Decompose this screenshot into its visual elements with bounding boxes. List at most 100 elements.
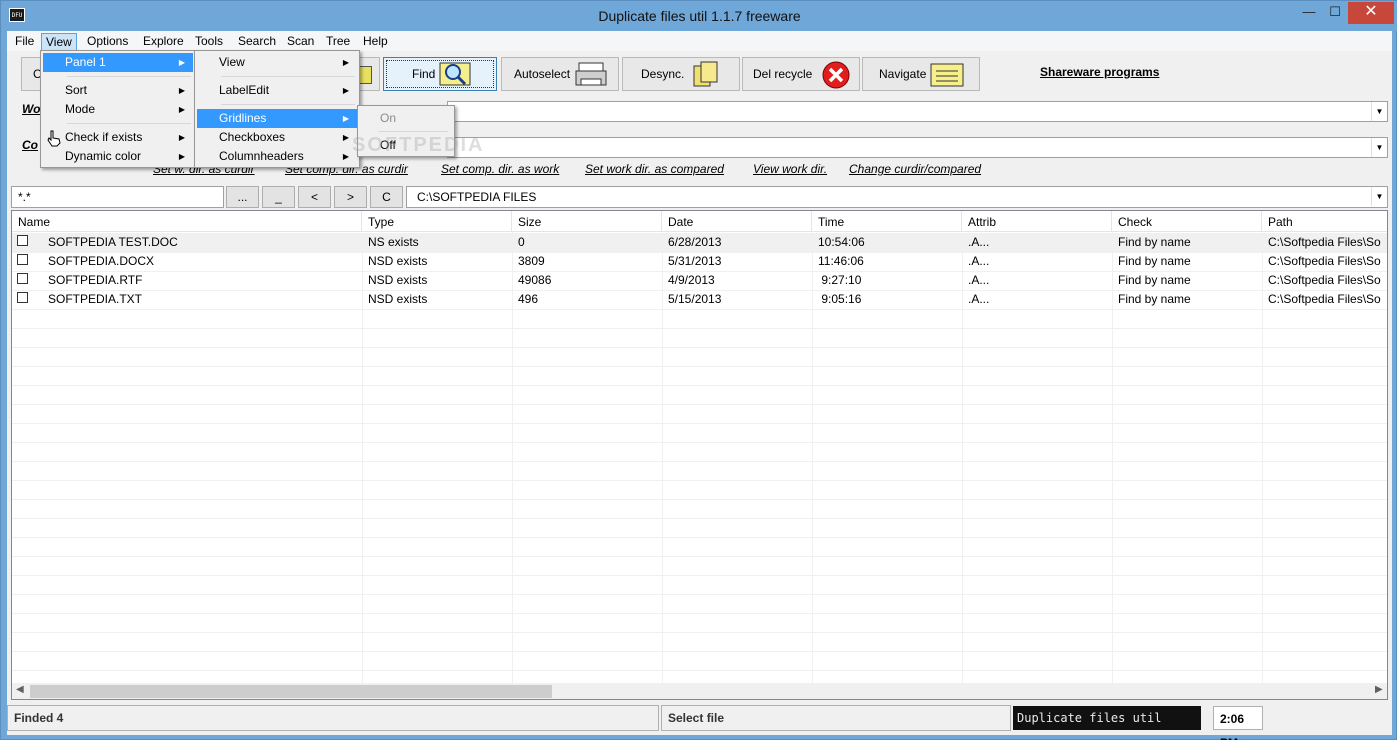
title-bar[interactable]: DFU Duplicate files util 1.1.7 freeware … xyxy=(1,1,1397,31)
table-row[interactable]: SOFTPEDIA.RTF NSD exists 49086 4/9/2013 … xyxy=(12,271,1387,290)
column-name[interactable]: Name xyxy=(12,211,362,232)
work-dir-dropdown-icon[interactable]: ▼ xyxy=(1371,102,1387,121)
del-recycle-button[interactable]: Del recycle xyxy=(742,57,860,91)
menu-item-gridlines-on[interactable]: On xyxy=(360,109,452,128)
file-mask-input[interactable]: *.* xyxy=(11,186,224,208)
menu-item-labeledit[interactable]: LabelEdit ▶ xyxy=(197,81,357,100)
cell-time: 11:46:06 xyxy=(818,254,864,268)
cell-check: Find by name xyxy=(1118,235,1191,249)
row-checkbox[interactable] xyxy=(17,273,28,284)
submenu-arrow-icon: ▶ xyxy=(178,152,185,161)
menu-item-label: Mode xyxy=(65,102,96,116)
menu-item-label: LabelEdit xyxy=(219,83,270,97)
back-button[interactable]: < xyxy=(298,186,331,208)
menu-item-checkboxes[interactable]: Checkboxes ▶ xyxy=(197,128,357,147)
menu-options[interactable]: Options xyxy=(83,33,132,51)
cell-size: 0 xyxy=(518,235,525,249)
column-path[interactable]: Path xyxy=(1262,211,1387,232)
close-button[interactable]: ✕ xyxy=(1348,2,1394,24)
horizontal-scrollbar[interactable]: ◀ ▶ xyxy=(12,683,1387,699)
scroll-left-icon[interactable]: ◀ xyxy=(16,684,24,695)
submenu-arrow-icon: ▶ xyxy=(342,58,349,67)
compared-dir-label[interactable]: Co xyxy=(22,138,38,152)
compared-dir-dropdown-icon[interactable]: ▼ xyxy=(1371,138,1387,157)
column-date[interactable]: Date xyxy=(662,211,812,232)
menu-view[interactable]: View xyxy=(41,33,77,51)
change-curdir-compared-link[interactable]: Change curdir/compared xyxy=(849,162,981,176)
menu-explore[interactable]: Explore xyxy=(139,33,188,51)
clear-button[interactable]: C xyxy=(370,186,403,208)
menu-item-label: View xyxy=(219,55,245,69)
table-row[interactable]: SOFTPEDIA.DOCX NSD exists 3809 5/31/2013… xyxy=(12,252,1387,271)
column-type[interactable]: Type xyxy=(362,211,512,232)
menu-item-columnheaders[interactable]: Columnheaders ▶ xyxy=(197,147,357,166)
navigate-button[interactable]: Navigate xyxy=(862,57,980,91)
menu-item-gridlines[interactable]: Gridlines ▶ xyxy=(197,109,357,128)
red-x-icon xyxy=(822,61,850,89)
browse-button[interactable]: ... xyxy=(226,186,259,208)
grid-horizontal-line xyxy=(12,442,1387,443)
cell-path: C:\Softpedia Files\So xyxy=(1268,292,1381,306)
menu-item-label: On xyxy=(380,111,397,125)
cell-name: SOFTPEDIA.TXT xyxy=(48,292,143,306)
column-attrib[interactable]: Attrib xyxy=(962,211,1112,232)
menu-item-check-if-exists[interactable]: Check if exists ▶ xyxy=(43,128,193,147)
path-dropdown-icon[interactable]: ▼ xyxy=(1371,187,1387,206)
find-button[interactable]: Find xyxy=(383,57,497,91)
menu-file[interactable]: File xyxy=(11,33,38,51)
menu-scan[interactable]: Scan xyxy=(283,33,318,51)
cell-date: 4/9/2013 xyxy=(668,273,715,287)
cell-size: 49086 xyxy=(518,273,552,287)
find-button-label: Find xyxy=(412,67,436,81)
current-path-combo[interactable]: C:\SOFTPEDIA FILES ▼ xyxy=(406,186,1388,208)
compared-dir-combo[interactable]: ▼ xyxy=(447,137,1388,158)
set-work-dir-as-compared-link[interactable]: Set work dir. as compared xyxy=(585,162,724,176)
set-comp-dir-as-work-link[interactable]: Set comp. dir. as work xyxy=(441,162,559,176)
grid-horizontal-line xyxy=(12,423,1387,424)
view-work-dir-link[interactable]: View work dir. xyxy=(753,162,827,176)
menu-item-mode[interactable]: Mode ▶ xyxy=(43,100,193,119)
row-checkbox[interactable] xyxy=(17,292,28,303)
underscore-button[interactable]: _ xyxy=(262,186,295,208)
cell-check: Find by name xyxy=(1118,292,1191,306)
work-dir-combo[interactable]: ▼ xyxy=(447,101,1388,122)
menu-item-dynamic-color[interactable]: Dynamic color ▶ xyxy=(43,147,193,166)
cell-type: NS exists xyxy=(368,235,419,249)
shareware-programs-link[interactable]: Shareware programs xyxy=(1040,65,1159,79)
menu-tree[interactable]: Tree xyxy=(322,33,354,51)
submenu-arrow-icon: ▶ xyxy=(178,58,185,67)
work-dir-label[interactable]: Wo xyxy=(22,102,40,116)
column-size[interactable]: Size xyxy=(512,211,662,232)
cell-attrib: .A... xyxy=(968,254,990,268)
row-checkbox[interactable] xyxy=(17,235,28,246)
grid-horizontal-line xyxy=(12,613,1387,614)
menu-help[interactable]: Help xyxy=(359,33,392,51)
file-list[interactable]: Name Type Size Date Time Attrib Check Pa… xyxy=(11,210,1388,700)
menu-tools[interactable]: Tools xyxy=(191,33,227,51)
desync-button[interactable]: Desync. xyxy=(622,57,740,91)
grid-horizontal-line xyxy=(12,556,1387,557)
current-path-value: C:\SOFTPEDIA FILES xyxy=(417,190,537,204)
menu-item-panel-1[interactable]: Panel 1 ▶ xyxy=(43,53,193,72)
menu-item-sort[interactable]: Sort ▶ xyxy=(43,81,193,100)
column-check[interactable]: Check xyxy=(1112,211,1262,232)
maximize-button[interactable]: ☐ xyxy=(1321,2,1349,24)
hand-pointer-icon xyxy=(47,130,61,147)
menu-item-view[interactable]: View ▶ xyxy=(197,53,357,72)
minimize-button[interactable]: — xyxy=(1295,2,1323,24)
forward-button[interactable]: > xyxy=(334,186,367,208)
menu-bar: File View Options Explore Tools Search S… xyxy=(7,31,1392,51)
scroll-right-icon[interactable]: ▶ xyxy=(1375,684,1383,695)
menu-item-label: Dynamic color xyxy=(65,149,142,163)
menu-search[interactable]: Search xyxy=(234,33,280,51)
scrollbar-thumb[interactable] xyxy=(30,685,552,698)
table-row[interactable]: SOFTPEDIA.TXT NSD exists 496 5/15/2013 9… xyxy=(12,290,1387,309)
column-time[interactable]: Time xyxy=(812,211,962,232)
row-checkbox[interactable] xyxy=(17,254,28,265)
menu-separator xyxy=(221,104,355,105)
cell-name: SOFTPEDIA.RTF xyxy=(48,273,143,287)
autoselect-button[interactable]: Autoselect xyxy=(501,57,619,91)
table-row[interactable]: SOFTPEDIA TEST.DOC NS exists 0 6/28/2013… xyxy=(12,233,1387,252)
cell-type: NSD exists xyxy=(368,254,428,268)
cell-date: 5/15/2013 xyxy=(668,292,722,306)
